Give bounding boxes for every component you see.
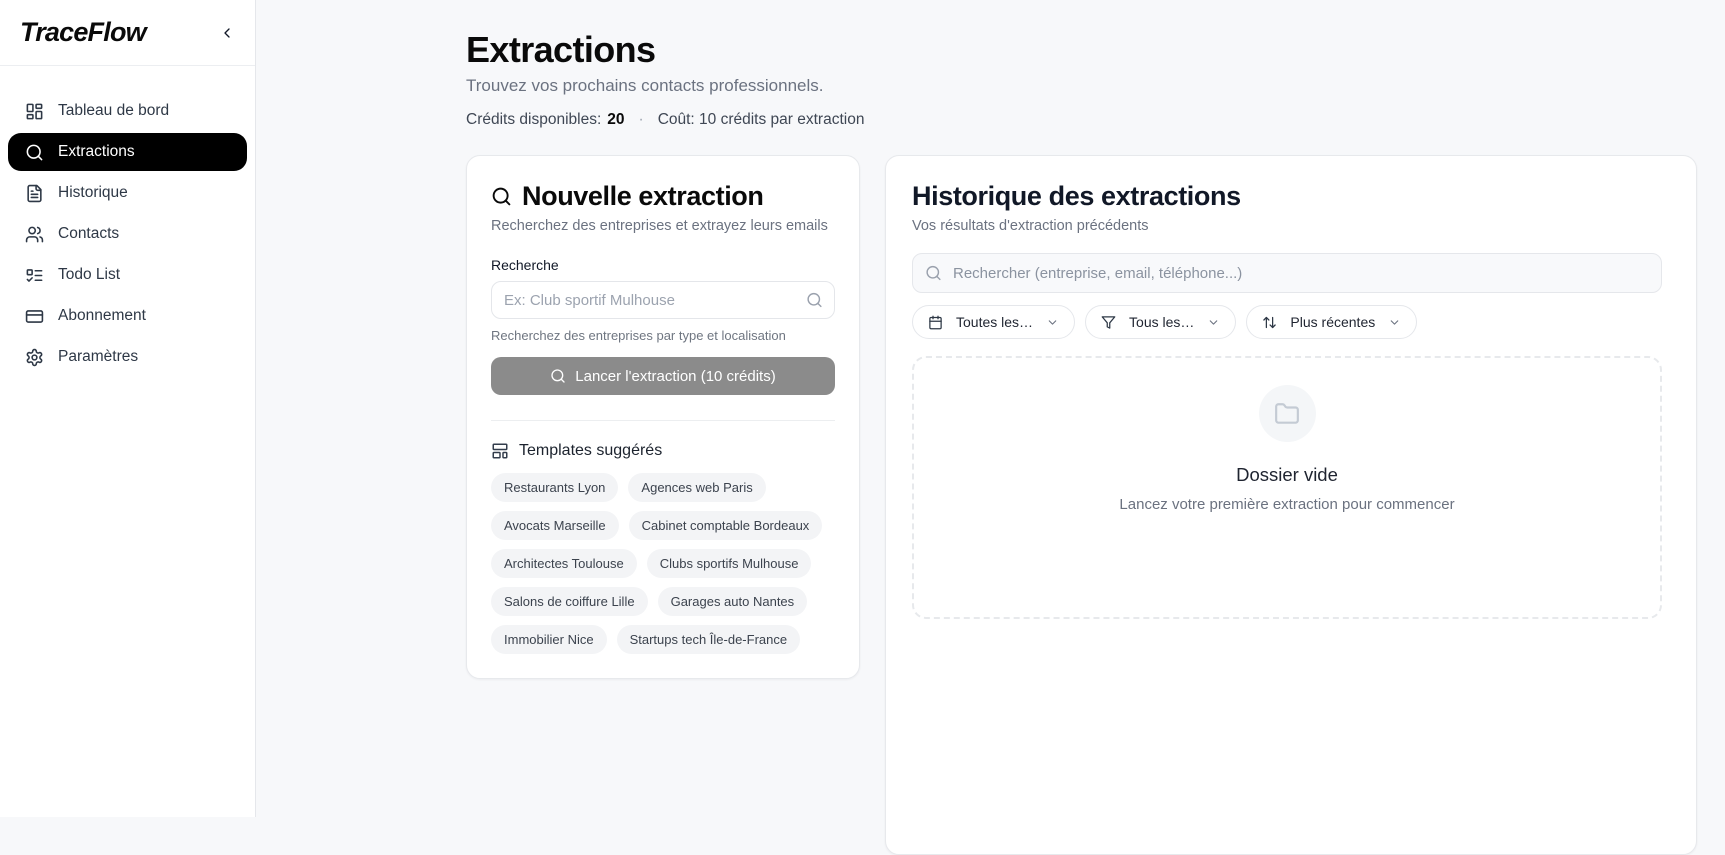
sidebar-item-label: Paramètres (58, 348, 139, 365)
layout-template-icon (491, 442, 509, 460)
credits-value: 20 (607, 111, 625, 129)
search-hint: Recherchez des entreprises par type et l… (491, 328, 786, 344)
search-icon (550, 368, 566, 384)
template-chip[interactable]: Startups tech Île-de-France (616, 625, 801, 655)
template-chip[interactable]: Architectes Toulouse (491, 549, 637, 579)
sidebar-item-tableau-de-bord[interactable]: Tableau de bord (8, 92, 247, 130)
credits-row: Crédits disponibles: 20 · Coût: 10 crédi… (466, 111, 1697, 129)
dashboard-icon (25, 102, 44, 121)
history-search-input[interactable] (912, 253, 1662, 294)
new-extraction-card: Nouvelle extraction Recherchez des entre… (466, 155, 860, 680)
sidebar-item-parametres[interactable]: Paramètres (8, 338, 247, 376)
date-filter-dropdown[interactable]: Toutes les… (912, 305, 1076, 340)
search-icon (25, 143, 44, 162)
new-extraction-title: Nouvelle extraction (522, 181, 764, 212)
empty-state-icon-circle (1258, 385, 1316, 443)
history-title: Historique des extractions (912, 181, 1241, 212)
search-input-wrap (491, 281, 835, 320)
credits-label: Crédits disponibles: (466, 111, 602, 129)
folder-icon (1274, 401, 1300, 427)
app-root: TraceFlow Tableau de bord Extractions Hi… (0, 0, 1725, 855)
empty-state-subtitle: Lancez votre première extraction pour co… (1119, 496, 1455, 514)
launch-extraction-button[interactable]: Lancer l'extraction (10 crédits) (491, 357, 835, 396)
chevron-down-icon (1388, 316, 1401, 329)
template-chip[interactable]: Avocats Marseille (491, 511, 619, 541)
main-content: Extractions Trouvez vos prochains contac… (256, 0, 1725, 855)
app-logo: TraceFlow (20, 17, 147, 47)
date-filter-label: Toutes les… (956, 314, 1034, 331)
status-filter-dropdown[interactable]: Tous les… (1085, 305, 1237, 340)
sidebar: TraceFlow Tableau de bord Extractions Hi… (0, 0, 256, 817)
sidebar-item-todo-list[interactable]: Todo List (8, 256, 247, 294)
template-chip[interactable]: Cabinet comptable Bordeaux (628, 511, 823, 541)
filter-icon (1101, 315, 1116, 330)
sort-icon (1262, 315, 1277, 330)
sidebar-item-label: Tableau de bord (58, 102, 170, 119)
new-extraction-title-row: Nouvelle extraction (491, 181, 835, 212)
templates-title-row: Templates suggérés (491, 442, 835, 460)
search-field-label: Recherche (491, 257, 559, 274)
template-chip[interactable]: Restaurants Lyon (491, 473, 619, 503)
history-search-wrap (912, 253, 1662, 294)
extraction-search-input[interactable] (491, 281, 835, 320)
launch-extraction-label: Lancer l'extraction (10 crédits) (575, 367, 776, 385)
template-chip[interactable]: Immobilier Nice (491, 625, 607, 655)
templates-title: Templates suggérés (519, 442, 663, 460)
sidebar-item-label: Todo List (58, 266, 121, 283)
sidebar-item-label: Abonnement (58, 307, 146, 324)
sidebar-item-label: Extractions (58, 143, 135, 160)
page-subtitle: Trouvez vos prochains contacts professio… (466, 76, 824, 96)
status-filter-label: Tous les… (1129, 314, 1195, 331)
template-chip[interactable]: Salons de coiffure Lille (491, 587, 648, 617)
card-divider (491, 420, 835, 422)
template-chip[interactable]: Garages auto Nantes (657, 587, 808, 617)
sidebar-item-label: Contacts (58, 225, 120, 242)
page-title: Extractions (466, 29, 656, 70)
history-card: Historique des extractions Vos résultats… (885, 155, 1697, 855)
sidebar-item-historique[interactable]: Historique (8, 174, 247, 212)
new-extraction-subtitle: Recherchez des entreprises et extrayez l… (491, 218, 828, 235)
sidebar-nav: Tableau de bord Extractions Historique C… (0, 66, 255, 376)
template-chip[interactable]: Agences web Paris (628, 473, 766, 503)
empty-state-title: Dossier vide (1236, 464, 1338, 486)
chevron-down-icon (1207, 316, 1220, 329)
sort-label: Plus récentes (1290, 314, 1376, 331)
empty-state: Dossier vide Lancez votre première extra… (912, 356, 1662, 620)
sidebar-item-contacts[interactable]: Contacts (8, 215, 247, 253)
chevron-left-icon (219, 25, 235, 41)
dot-separator: · (638, 111, 644, 129)
file-text-icon (25, 184, 44, 203)
cost-text: Coût: 10 crédits par extraction (657, 111, 865, 129)
sort-dropdown[interactable]: Plus récentes (1246, 305, 1418, 340)
list-todo-icon (25, 266, 44, 285)
users-icon (25, 225, 44, 244)
calendar-icon (928, 315, 943, 330)
template-chips: Restaurants Lyon Agences web Paris Avoca… (491, 473, 835, 655)
chevron-down-icon (1046, 316, 1059, 329)
sidebar-item-abonnement[interactable]: Abonnement (8, 297, 247, 335)
sidebar-item-label: Historique (58, 184, 128, 201)
settings-icon (25, 348, 44, 367)
sidebar-item-extractions[interactable]: Extractions (8, 133, 247, 171)
search-icon (491, 186, 512, 207)
history-filters: Toutes les… Tous les… Plus récentes (912, 305, 1662, 340)
template-chip[interactable]: Clubs sportifs Mulhouse (646, 549, 812, 579)
sidebar-header: TraceFlow (0, 0, 255, 66)
cards-row: Nouvelle extraction Recherchez des entre… (466, 155, 1697, 855)
history-subtitle: Vos résultats d'extraction précédents (912, 218, 1149, 235)
sidebar-collapse-button[interactable] (215, 21, 239, 45)
credit-card-icon (25, 307, 44, 326)
